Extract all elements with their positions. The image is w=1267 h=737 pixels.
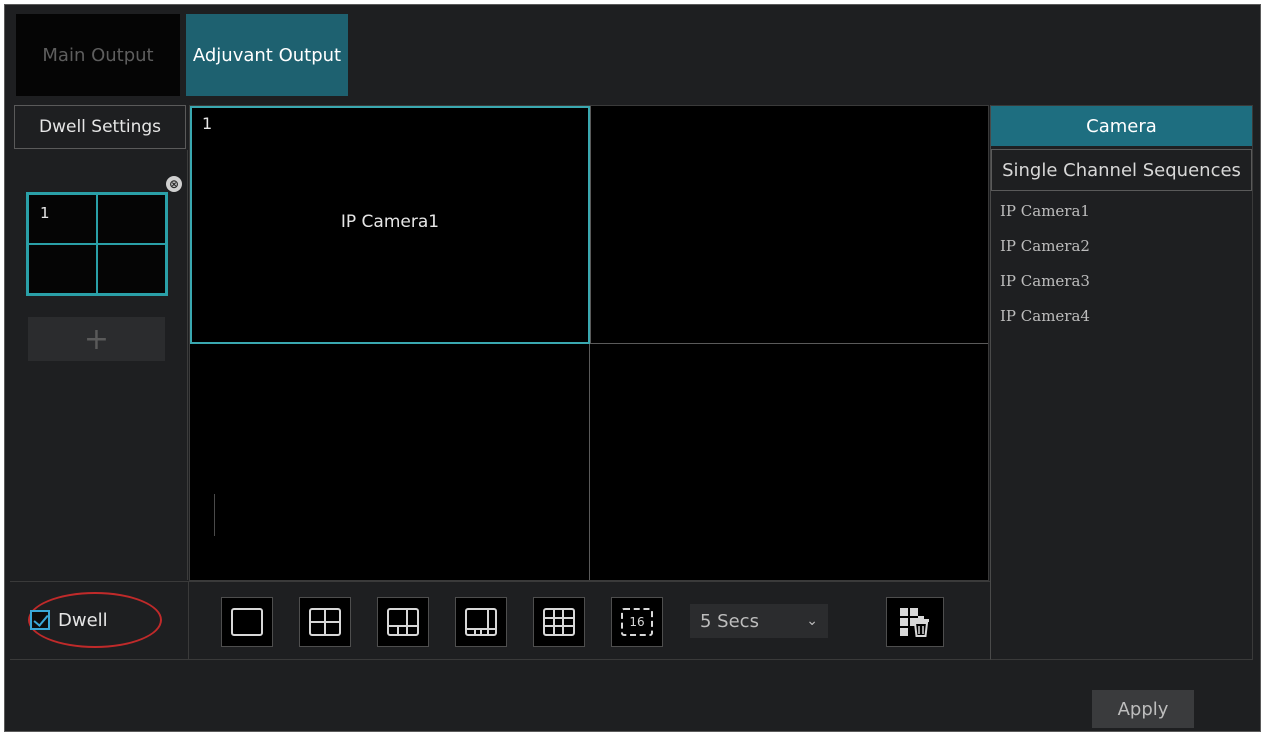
- pane-camera-name: IP Camera1: [340, 212, 440, 232]
- tab-single-channel-sequences[interactable]: Single Channel Sequences: [991, 149, 1252, 191]
- layout-9-button[interactable]: [533, 597, 585, 647]
- thumbnail-number: 1: [40, 204, 50, 222]
- video-pane-3[interactable]: [190, 344, 590, 580]
- pane-number: 1: [202, 114, 213, 133]
- thumbnail-cell: [28, 194, 97, 244]
- add-icon[interactable]: +: [28, 317, 165, 361]
- tab-adjuvant-output[interactable]: Adjuvant Output: [186, 14, 348, 96]
- dwell-checkbox[interactable]: Dwell: [30, 605, 108, 635]
- tab-camera[interactable]: Camera: [991, 106, 1252, 146]
- chevron-down-icon: ⌄: [806, 613, 818, 629]
- tab-main-output[interactable]: Main Output: [16, 14, 180, 96]
- text-cursor: [214, 494, 215, 536]
- camera-list-item[interactable]: IP Camera3: [1000, 270, 1240, 305]
- layout-16-icon: 16: [621, 608, 653, 636]
- layout-16-label: 16: [629, 615, 645, 629]
- layout-9-icon: [543, 608, 575, 636]
- checkbox-icon[interactable]: [30, 610, 50, 630]
- layout-6-button[interactable]: [377, 597, 429, 647]
- layout-6-icon: [387, 608, 419, 636]
- dwell-label: Dwell: [58, 609, 108, 631]
- video-pane-1[interactable]: 1 IP Camera1: [190, 106, 590, 344]
- layout-8-button[interactable]: [455, 597, 507, 647]
- layout-1-icon: [231, 608, 263, 636]
- camera-list-item[interactable]: IP Camera4: [1000, 305, 1240, 340]
- clear-layout-icon: [900, 608, 929, 637]
- dwell-settings-header: Dwell Settings: [14, 105, 186, 149]
- layout-16-button[interactable]: 16: [611, 597, 663, 647]
- layout-4-icon: [309, 608, 341, 636]
- dwell-interval-value: 5 Secs: [700, 610, 759, 632]
- video-preview-grid: 1 IP Camera1: [189, 105, 989, 581]
- thumbnail-cell: [28, 244, 97, 294]
- layout-4-button[interactable]: [299, 597, 351, 647]
- layout-1-button[interactable]: [221, 597, 273, 647]
- dwell-group-thumbnail[interactable]: 1: [26, 192, 168, 296]
- camera-list-item[interactable]: IP Camera1: [1000, 200, 1240, 235]
- apply-button[interactable]: Apply: [1092, 690, 1194, 728]
- video-pane-4[interactable]: [590, 344, 988, 580]
- thumbnail-cell: [97, 244, 166, 294]
- clear-layout-button[interactable]: [886, 597, 944, 647]
- video-pane-2[interactable]: [590, 106, 988, 344]
- toolbar-divider: [188, 582, 189, 659]
- close-icon[interactable]: ⊗: [166, 176, 182, 192]
- camera-list-item[interactable]: IP Camera2: [1000, 235, 1240, 270]
- thumbnail-cell: [97, 194, 166, 244]
- dwell-interval-select[interactable]: 5 Secs ⌄: [690, 604, 828, 638]
- camera-list: IP Camera1 IP Camera2 IP Camera3 IP Came…: [1000, 200, 1240, 340]
- layout-8-icon: [465, 608, 497, 636]
